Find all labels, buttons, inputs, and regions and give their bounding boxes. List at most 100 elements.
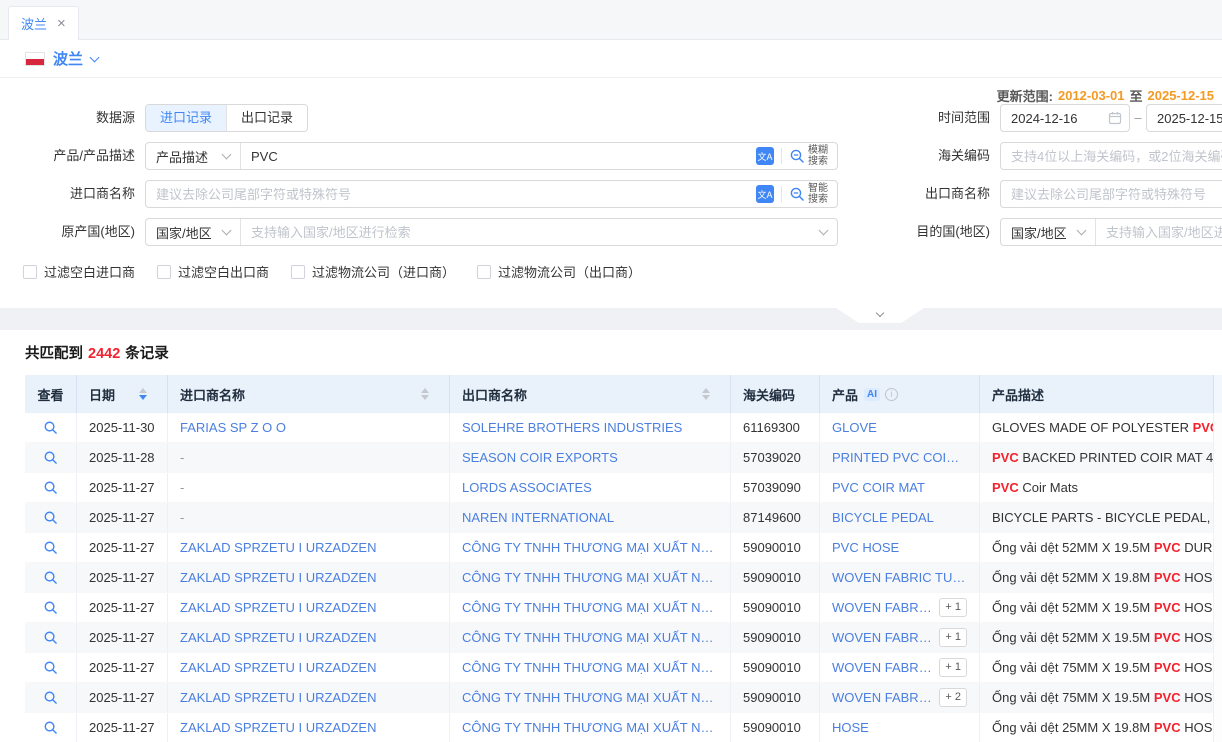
view-record-icon[interactable] (43, 570, 58, 585)
date-cell: 2025-11-27 (77, 503, 168, 532)
product-cell: WOVEN FABRIC TUBE (820, 563, 980, 592)
poland-flag-icon (25, 52, 45, 66)
keyword-highlight: PVC (1154, 600, 1181, 615)
chevron-down-icon (222, 226, 232, 236)
checkbox-icon[interactable] (23, 265, 37, 279)
checkbox-icon[interactable] (477, 265, 491, 279)
extra-count-badge[interactable]: + 1 (939, 628, 967, 647)
sort-icon-exporter[interactable] (702, 388, 710, 400)
importer-link[interactable]: ZAKLAD SPRZETU I URZADZEN (180, 630, 376, 645)
date-end-input[interactable] (1147, 111, 1222, 126)
exporter-link[interactable]: SEASON COIR EXPORTS (462, 450, 618, 465)
exporter-link[interactable]: LORDS ASSOCIATES (462, 480, 592, 495)
extra-count-badge[interactable]: + 1 (939, 658, 967, 677)
product-search-input[interactable] (241, 143, 747, 169)
fuzzy-search-button[interactable]: 模糊搜索 (789, 145, 828, 167)
product-cell: BICYCLE PEDAL (820, 503, 980, 532)
exporter-link[interactable]: CÔNG TY TNHH THƯƠNG MẠI XUẤT NHẬP... (462, 600, 718, 615)
country-name[interactable]: 波兰 (53, 48, 83, 69)
filter-blank-importer[interactable]: 过滤空白进口商 (23, 262, 135, 281)
exporter-link[interactable]: CÔNG TY TNHH THƯƠNG MẠI XUẤT NHẬP... (462, 570, 718, 585)
product-link[interactable]: WOVEN FABRIC TUBE (832, 570, 967, 585)
tab-poland[interactable]: 波兰 × (8, 6, 79, 40)
product-link[interactable]: PVC HOSE (832, 540, 899, 555)
importer-name-input[interactable] (146, 181, 747, 207)
date-start-field[interactable] (1000, 104, 1130, 132)
close-icon[interactable]: × (57, 16, 66, 31)
product-link[interactable]: WOVEN FABRIC ... (832, 600, 932, 615)
date-end-field[interactable] (1146, 104, 1222, 132)
checkbox-label: 过滤空白进口商 (44, 262, 135, 281)
product-link[interactable]: PRINTED PVC COIR M... (832, 450, 967, 465)
view-record-icon[interactable] (43, 630, 58, 645)
translate-icon[interactable]: 文A (756, 147, 774, 165)
product-link[interactable]: HOSE (832, 720, 869, 735)
chevron-down-icon[interactable] (819, 226, 829, 236)
extra-count-badge[interactable]: + 2 (939, 688, 967, 707)
view-record-icon[interactable] (43, 690, 58, 705)
importer-link[interactable]: ZAKLAD SPRZETU I URZADZEN (180, 600, 376, 615)
update-range-label: 更新范围: (997, 86, 1053, 105)
exporter-link[interactable]: CÔNG TY TNHH THƯƠNG MẠI XUẤT NHẬP... (462, 690, 718, 705)
product-link[interactable]: BICYCLE PEDAL (832, 510, 934, 525)
importer-link[interactable]: FARIAS SP Z O O (180, 420, 286, 435)
importer-link[interactable]: ZAKLAD SPRZETU I URZADZEN (180, 690, 376, 705)
product-link[interactable]: WOVEN FABRIC ... (832, 660, 932, 675)
importer-link[interactable]: ZAKLAD SPRZETU I URZADZEN (180, 720, 376, 735)
product-link[interactable]: WOVEN FABRIC ... (832, 690, 932, 705)
update-range: 更新范围: 2012-03-01 至 2025-12-15 (997, 86, 1214, 105)
view-record-icon[interactable] (43, 450, 58, 465)
exporter-link[interactable]: SOLEHRE BROTHERS INDUSTRIES (462, 420, 682, 435)
destination-type-select[interactable]: 国家/地区 (1001, 219, 1096, 245)
importer-link[interactable]: ZAKLAD SPRZETU I URZADZEN (180, 540, 376, 555)
filter-logistics-importer[interactable]: 过滤物流公司（进口商） (291, 262, 455, 281)
exporter-link[interactable]: CÔNG TY TNHH THƯƠNG MẠI XUẤT NHẬP... (462, 540, 718, 555)
exporter-link[interactable]: CÔNG TY TNHH THƯƠNG MẠI XUẤT NHẬP... (462, 660, 718, 675)
exporter-link[interactable]: CÔNG TY TNHH THƯƠNG MẠI XUẤT NHẬP... (462, 720, 718, 735)
view-record-icon[interactable] (43, 720, 58, 735)
export-records-button[interactable]: 出口记录 (226, 105, 307, 131)
sort-icon-importer[interactable] (421, 388, 429, 400)
chevron-down-icon[interactable] (90, 52, 100, 62)
view-cell (25, 503, 77, 532)
exporter-link[interactable]: CÔNG TY TNHH THƯƠNG MẠI XUẤT NHẬP... (462, 630, 718, 645)
view-record-icon[interactable] (43, 660, 58, 675)
checkbox-icon[interactable] (157, 265, 171, 279)
product-link[interactable]: WOVEN FABRIC ... (832, 630, 932, 645)
origin-type-select[interactable]: 国家/地区 (146, 219, 241, 245)
summary-prefix: 共匹配到 (25, 346, 83, 362)
product-link[interactable]: PVC COIR MAT (832, 480, 925, 495)
column-date: 日期 (77, 375, 168, 413)
filter-blank-exporter[interactable]: 过滤空白出口商 (157, 262, 269, 281)
origin-country-label: 原产国(地区) (25, 218, 135, 246)
info-icon[interactable]: i (885, 388, 898, 401)
import-records-button[interactable]: 进口记录 (146, 105, 226, 131)
importer-link[interactable]: ZAKLAD SPRZETU I URZADZEN (180, 660, 376, 675)
scrollbar-track[interactable] (1213, 413, 1222, 742)
product-type-select[interactable]: 产品描述 (146, 143, 241, 169)
view-record-icon[interactable] (43, 510, 58, 525)
product-desc-cell: Ống vải dệt 75MM X 19.5M PVC HOS... (980, 653, 1222, 682)
view-record-icon[interactable] (43, 420, 58, 435)
scrollbar-track[interactable] (1213, 375, 1222, 413)
sort-icon-date[interactable] (139, 388, 147, 400)
view-record-icon[interactable] (43, 480, 58, 495)
match-count: 2442 (88, 346, 120, 362)
importer-link[interactable]: ZAKLAD SPRZETU I URZADZEN (180, 570, 376, 585)
hs-code-input[interactable] (1000, 142, 1222, 170)
destination-country-input[interactable] (1096, 219, 1222, 245)
filter-logistics-exporter[interactable]: 过滤物流公司（出口商） (477, 262, 641, 281)
view-record-icon[interactable] (43, 540, 58, 555)
product-link[interactable]: GLOVE (832, 420, 877, 435)
checkbox-icon[interactable] (291, 265, 305, 279)
smart-search-button[interactable]: 智能搜索 (789, 183, 828, 205)
ai-badge: AI (864, 388, 880, 401)
tab-label: 波兰 (21, 14, 47, 33)
translate-icon[interactable]: 文A (756, 185, 774, 203)
origin-country-input[interactable] (241, 219, 820, 245)
exporter-link[interactable]: NAREN INTERNATIONAL (462, 510, 614, 525)
extra-count-badge[interactable]: + 1 (939, 598, 967, 617)
view-record-icon[interactable] (43, 600, 58, 615)
exporter-name-input[interactable] (1000, 180, 1222, 208)
view-cell (25, 533, 77, 562)
